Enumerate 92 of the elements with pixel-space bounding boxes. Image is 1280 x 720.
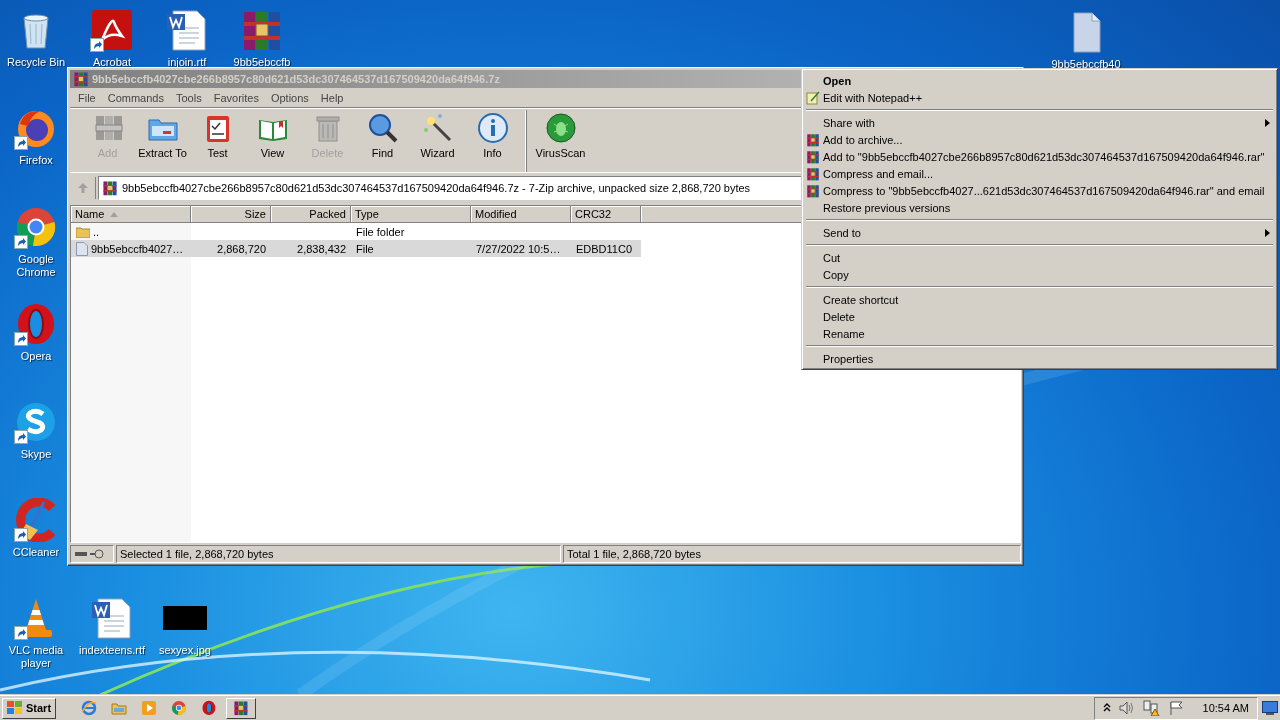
window-title: 9bb5ebccfb4027cbe266b8957c80d621d53dc307464537d167509420da64f946.7z [92,73,500,85]
archive-books-icon [806,149,820,164]
desktop-icon-label[interactable]: Firefox [19,154,53,167]
column-header[interactable]: Modified [471,206,571,223]
media-player-icon [141,700,158,716]
table-cell: 2,838,432 [297,242,346,255]
show-desktop-icon[interactable] [1262,701,1278,715]
file-icon [76,241,88,256]
context-menu-item[interactable]: Restore previous versions [805,199,1274,216]
context-menu-item[interactable]: Cut [805,249,1274,266]
column-header[interactable]: Size [191,206,271,223]
ccleaner-icon[interactable] [14,498,58,542]
desktop-icon-label[interactable]: 9bb5ebccfb [233,56,291,69]
menu-item[interactable]: Commands [101,91,170,104]
internet-explorer-icon [81,700,98,716]
info-icon [476,112,509,144]
context-menu-item[interactable]: Send to [805,224,1274,241]
chrome-icon [171,700,188,716]
desktop-icon-label[interactable]: Acrobat [93,56,131,69]
status-text: Selected 1 file, 2,868,720 bytes [116,545,561,563]
desktop-icon-label[interactable]: CCleaner [12,546,60,559]
desktop-icon-label[interactable]: Recycle Bin [6,56,66,69]
desktop-icon-label[interactable]: indexteens.rtf [79,644,146,657]
desktop-icon-label[interactable]: Skype [20,448,52,461]
context-menu-item[interactable]: Create shortcut [805,291,1274,308]
context-menu-item[interactable]: Delete [805,308,1274,325]
table-cell: File folder [356,225,405,238]
clock[interactable]: 10:54 AM [1202,702,1249,714]
menu-item[interactable]: Tools [170,91,208,104]
column-header[interactable]: Name [71,206,191,223]
chevron-up-icon[interactable] [1102,703,1111,713]
opera-icon [201,700,218,716]
bug-icon [544,112,577,144]
toolbar-button[interactable]: Info [465,110,520,172]
column-header[interactable]: CRC32 [571,206,641,223]
flag-icon[interactable] [1168,701,1185,715]
file-row[interactable]: 9bb5ebccfb4027… 2,868,720 2,838,432 File 7/27/2022 10:5… EDBD11C0 [71,240,641,257]
context-menu-item[interactable]: Add to "9bb5ebccfb4027cbe266b8957c80d621d53dc307464537d167509420da64f946.rar" [805,148,1274,165]
menu-item[interactable]: Help [314,91,350,104]
windows-logo-icon [7,701,23,715]
context-menu-item[interactable]: Add to archive... [805,131,1274,148]
toolbar-button[interactable]: Test [190,110,245,172]
archive-books-icon [73,71,89,87]
folder-icon [111,700,128,716]
column-header[interactable]: Packed [271,206,351,223]
desktop-icon-label[interactable]: Opera [20,350,52,363]
wand-icon [421,112,454,144]
toolbar-button[interactable]: Wizard [410,110,465,172]
archive-books-icon [806,166,820,181]
context-menu-item[interactable]: Properties [805,350,1274,367]
taskbar-button[interactable] [226,697,257,719]
context-menu-item[interactable]: Rename [805,325,1274,342]
toolbar-button[interactable]: VirusScan [533,110,588,172]
network-warning-icon[interactable] [1142,700,1161,716]
desktop-icon-label[interactable]: injoin.rtf [167,56,207,69]
notepad-icon [806,90,820,105]
column-header[interactable]: Type [351,206,471,223]
toolbar-button[interactable]: View [245,110,300,172]
toolbar-button[interactable]: Find [355,110,410,172]
document-icon[interactable] [165,8,209,52]
up-arrow-icon [76,182,89,194]
search-icon [366,112,399,144]
desktop-icon-label[interactable]: VLC media player [6,644,66,670]
table-cell: EDBD11C0 [576,242,633,255]
archive-books-icon [806,132,820,147]
table-cell: File [356,242,374,255]
archive-books-icon [233,700,250,716]
folder-icon [76,225,90,238]
pdf-icon[interactable] [90,8,134,52]
document-icon[interactable] [90,596,134,640]
start-button[interactable]: Start [2,697,57,719]
status-text: Total 1 file, 2,868,720 bytes [563,545,1021,563]
menu-item[interactable]: Favorites [207,91,265,104]
archive-books-icon [102,180,118,196]
archive-books-icon [806,183,820,198]
file-row[interactable]: .. File folder [71,223,641,240]
menu-item[interactable]: File [72,91,102,104]
context-menu-item[interactable]: Open [805,72,1274,89]
menu-item[interactable]: Options [264,91,315,104]
skype-icon[interactable] [14,400,58,444]
context-menu-item[interactable]: Copy [805,266,1274,283]
table-cell: 9bb5ebccfb4027… [91,242,184,255]
desktop-icon-label[interactable]: Google Chrome [6,253,66,279]
table-cell: 7/27/2022 10:5… [476,242,561,255]
drive-key-icon [74,549,106,559]
context-menu-item[interactable]: Share with [805,114,1274,131]
desktop-icon-label[interactable]: 9bb5ebccfb40 [1051,58,1121,71]
toolbar-button[interactable]: Extract To [135,110,190,172]
table-cell: .. [93,225,100,238]
table-cell: 2,868,720 [217,242,266,255]
context-menu-item[interactable]: Edit with Notepad++ [805,89,1274,106]
speaker-icon[interactable] [1118,701,1135,715]
